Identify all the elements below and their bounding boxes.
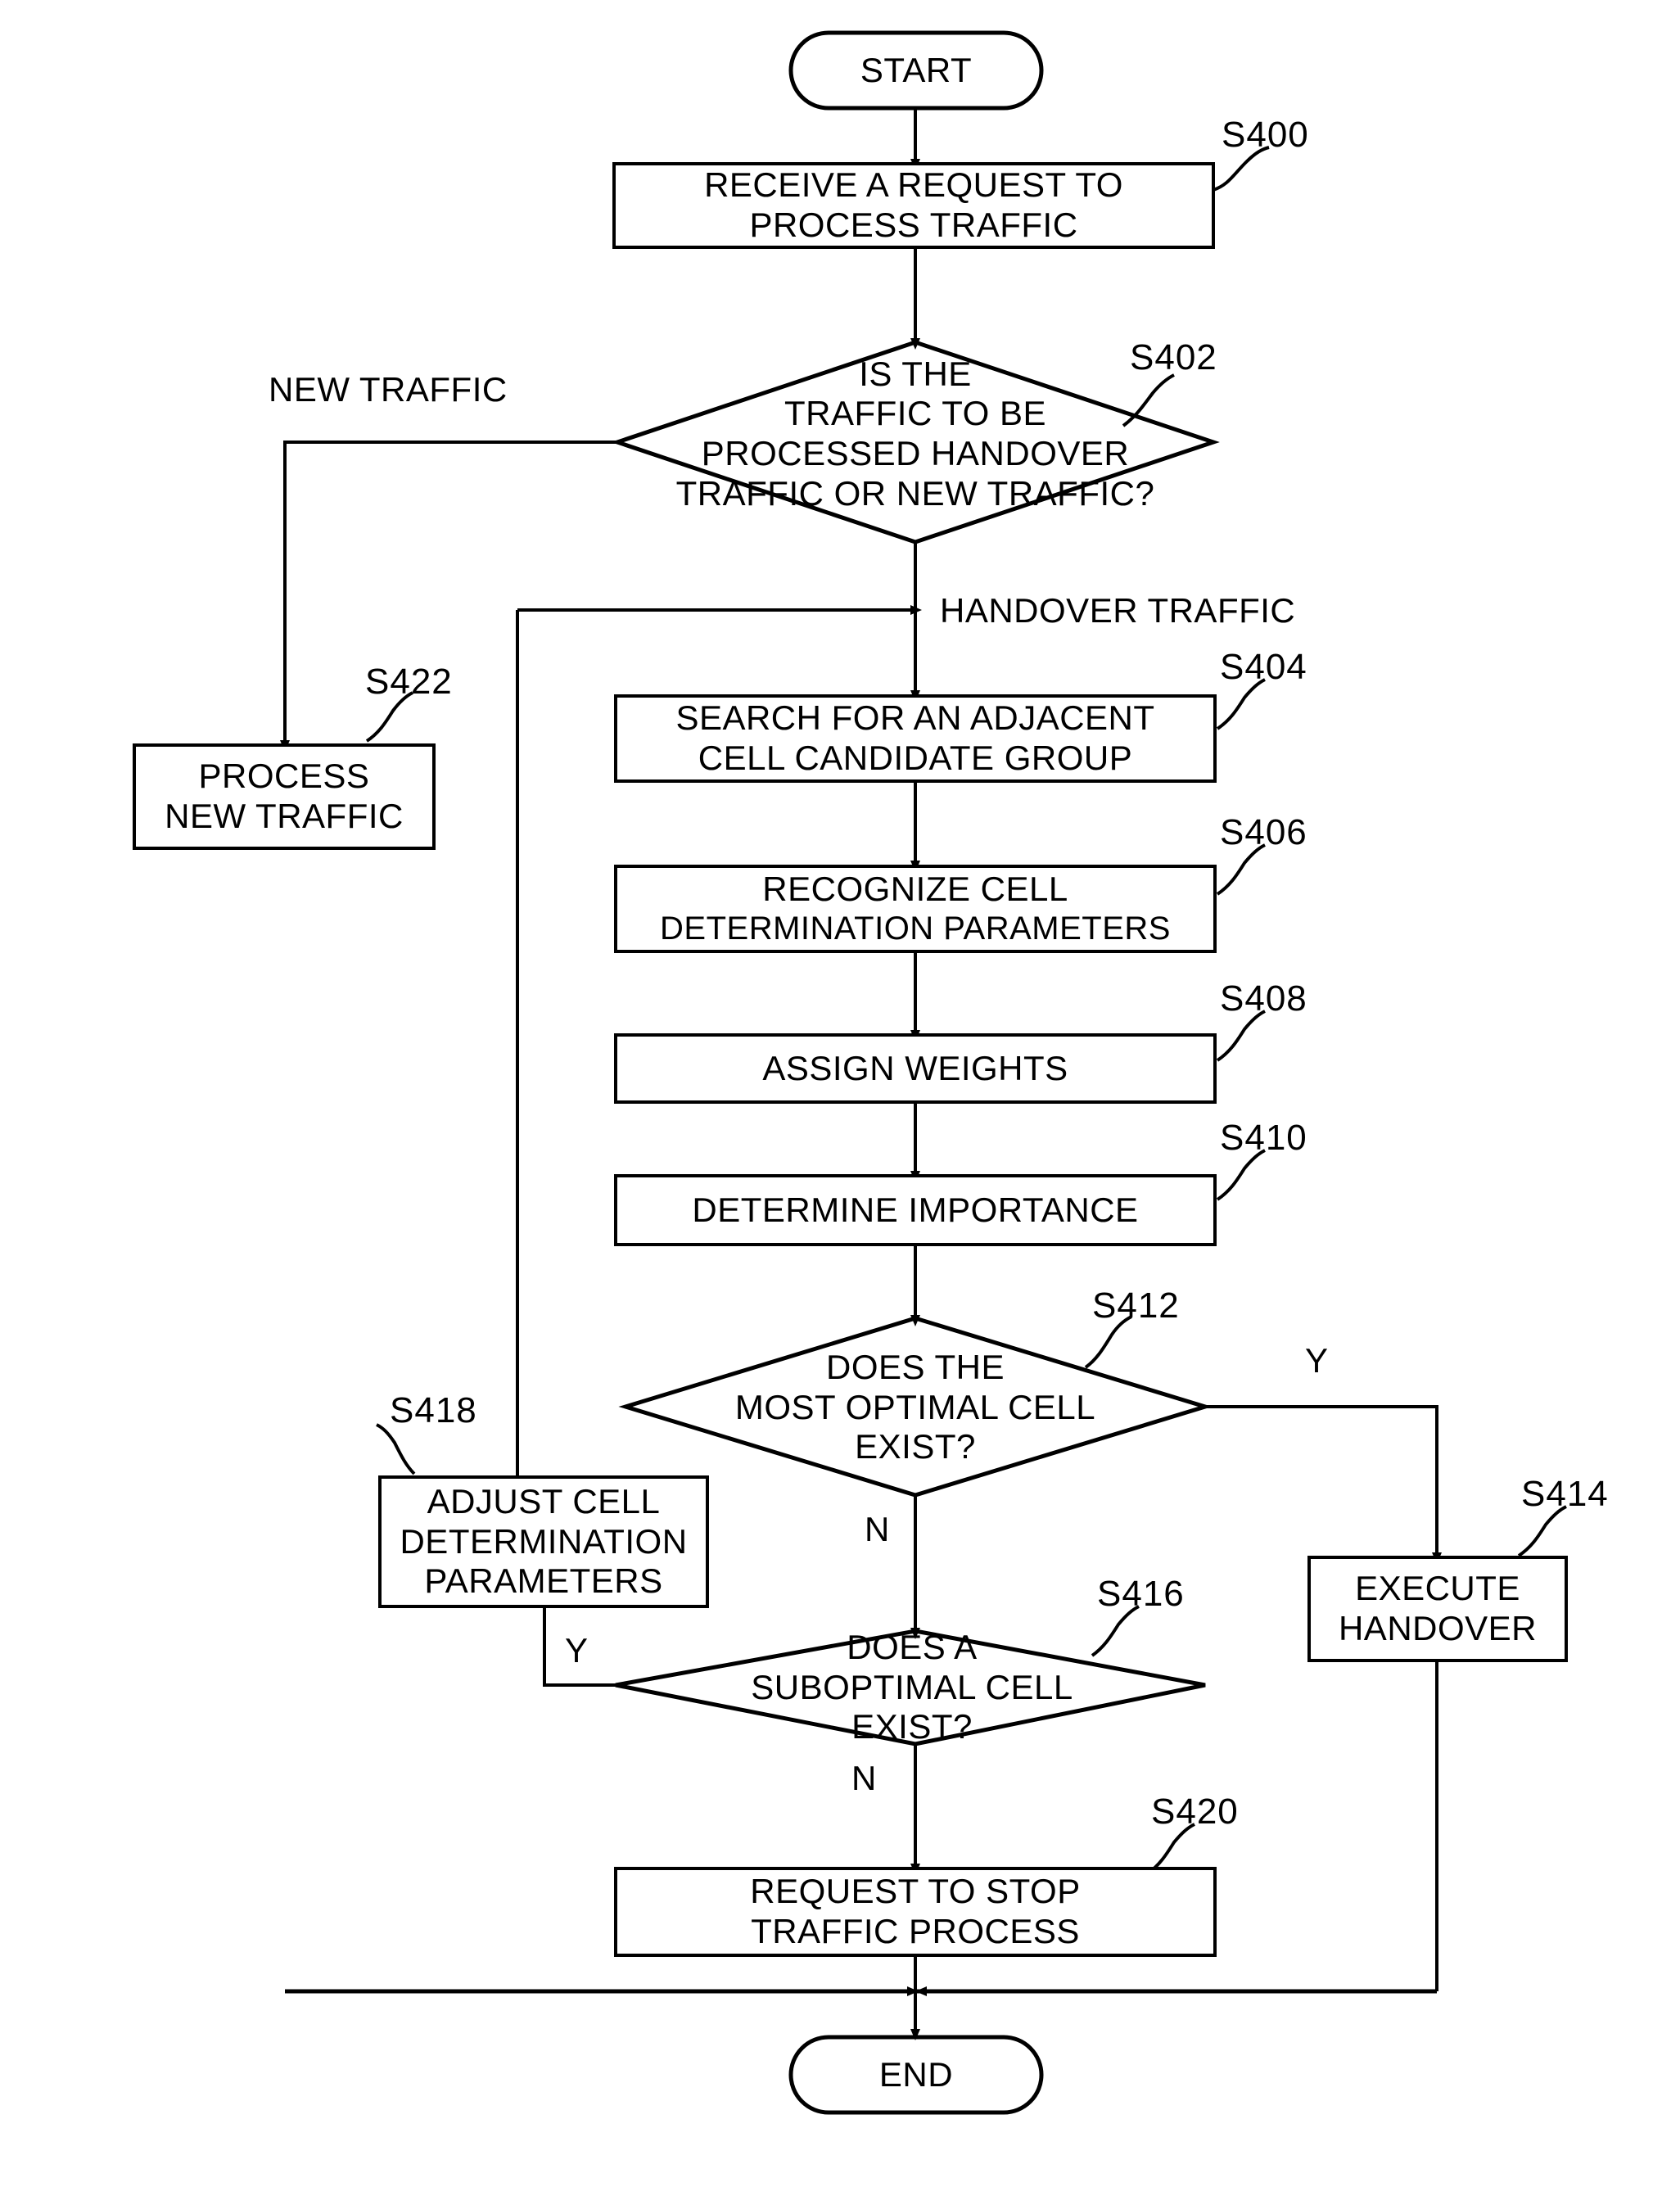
step-s418-line1: ADJUST CELL [427, 1481, 661, 1520]
branch-label-s412-no: N [865, 1510, 890, 1548]
step-s422-box: PROCESS NEW TRAFFIC [133, 743, 436, 850]
decision-s402-line4: TRAFFIC OR NEW TRAFFIC? [675, 473, 1155, 513]
ref-s410: S410 [1220, 1118, 1307, 1158]
start-label: START [860, 50, 973, 89]
start-terminator: START [791, 33, 1041, 108]
step-s400-box: RECEIVE A REQUEST TO PROCESS TRAFFIC [612, 162, 1215, 249]
ref-s414: S414 [1521, 1474, 1609, 1514]
step-s418-line2: DETERMINATION [400, 1521, 688, 1561]
branch-label-s416-yes: Y [565, 1631, 589, 1670]
decision-s412-line2: MOST OPTIMAL CELL [734, 1387, 1096, 1426]
branch-label-s412-yes: Y [1305, 1341, 1329, 1380]
decision-s416-line3: EXIST? [851, 1707, 973, 1746]
step-s404-line1: SEARCH FOR AN ADJACENT [675, 698, 1155, 738]
edge-label-handover-traffic: HANDOVER TRAFFIC [940, 591, 1296, 630]
decision-s416-line2: SUBOPTIMAL CELL [751, 1667, 1073, 1706]
ref-s418: S418 [390, 1390, 477, 1430]
step-s414-line2: HANDOVER [1338, 1609, 1538, 1647]
ref-s404: S404 [1220, 647, 1307, 687]
ref-s420: S420 [1151, 1792, 1239, 1832]
decision-s402-line2: TRAFFIC TO BE [784, 394, 1046, 433]
step-s420-line2: TRAFFIC PROCESS [751, 1912, 1080, 1950]
decision-s402-line1: IS THE [859, 354, 972, 393]
step-s418-line3: PARAMETERS [424, 1561, 663, 1601]
ref-s402: S402 [1130, 337, 1217, 377]
step-s422-line1: PROCESS [198, 757, 370, 796]
step-s410-line1: DETERMINE IMPORTANCE [692, 1190, 1139, 1229]
step-s414-line1: EXECUTE [1355, 1569, 1520, 1608]
step-s410-box: DETERMINE IMPORTANCE [614, 1174, 1217, 1246]
decision-s402: IS THE TRAFFIC TO BE PROCESSED HANDOVER … [617, 352, 1213, 516]
step-s404-line2: CELL CANDIDATE GROUP [698, 739, 1133, 777]
step-s400-line2: PROCESS TRAFFIC [749, 206, 1078, 244]
branch-label-s416-no: N [851, 1759, 877, 1797]
step-s406-line2: DETERMINATION PARAMETERS [660, 910, 1171, 947]
decision-s416: DOES A SUBOPTIMAL CELL EXIST? [619, 1626, 1205, 1749]
ref-s422: S422 [365, 662, 453, 702]
step-s406-box: RECOGNIZE CELL DETERMINATION PARAMETERS [614, 865, 1217, 953]
ref-s406: S406 [1220, 812, 1307, 852]
decision-s416-line1: DOES A [847, 1627, 978, 1666]
step-s400-line1: RECEIVE A REQUEST TO [704, 165, 1123, 205]
end-terminator: END [791, 2037, 1041, 2112]
step-s408-line1: ASSIGN WEIGHTS [762, 1048, 1068, 1087]
step-s406-line1: RECOGNIZE CELL [762, 870, 1068, 909]
ref-s408: S408 [1220, 978, 1307, 1019]
decision-s412: DOES THE MOST OPTIMAL CELL EXIST? [625, 1333, 1205, 1482]
flowchart-canvas: START END RECEIVE A REQUEST TO PROCESS T… [0, 0, 1680, 2205]
ref-s412: S412 [1092, 1285, 1180, 1326]
edge-label-new-traffic: NEW TRAFFIC [269, 370, 508, 409]
step-s422-line2: NEW TRAFFIC [165, 797, 404, 835]
ref-s416: S416 [1097, 1574, 1185, 1614]
step-s420-box: REQUEST TO STOP TRAFFIC PROCESS [614, 1867, 1217, 1957]
decision-s412-line1: DOES THE [826, 1347, 1005, 1386]
end-label: END [878, 2054, 954, 2094]
decision-s412-line3: EXIST? [855, 1427, 976, 1466]
step-s408-box: ASSIGN WEIGHTS [614, 1033, 1217, 1104]
ref-s400: S400 [1222, 115, 1309, 155]
step-s404-box: SEARCH FOR AN ADJACENT CELL CANDIDATE GR… [614, 694, 1217, 783]
decision-s402-line3: PROCESSED HANDOVER [701, 434, 1130, 472]
step-s418-box: ADJUST CELL DETERMINATION PARAMETERS [378, 1475, 709, 1608]
step-s414-box: EXECUTE HANDOVER [1307, 1556, 1568, 1662]
step-s420-line1: REQUEST TO STOP [750, 1872, 1081, 1911]
